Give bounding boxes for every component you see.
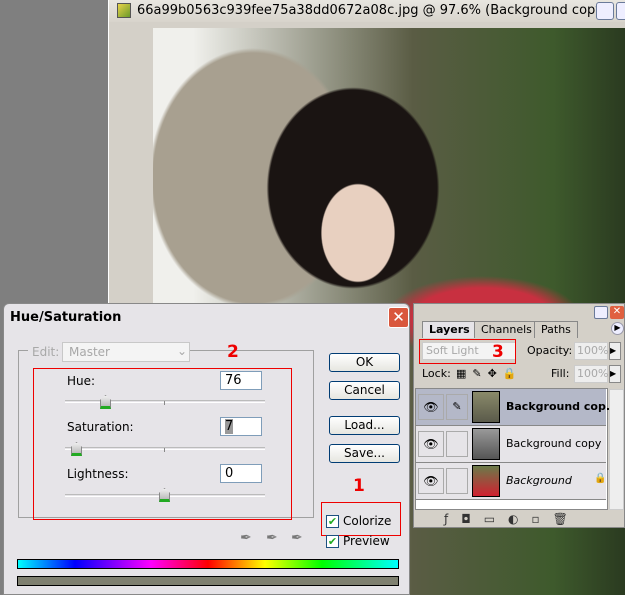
edit-label: Edit:	[28, 345, 64, 359]
cancel-button[interactable]: Cancel	[329, 381, 400, 400]
link-box[interactable]	[446, 431, 468, 457]
link-box[interactable]	[446, 468, 468, 494]
lock-label: Lock:	[422, 367, 451, 380]
colorize-checkbox[interactable]: ✔	[326, 515, 339, 528]
document-title: 66a99b0563c939fee75a38dd0672a08c.jpg @ 9…	[109, 0, 625, 22]
lock-icon: 🔒	[594, 473, 607, 484]
preview-label: Preview	[343, 534, 390, 548]
layer-name: Background cop...	[506, 400, 619, 413]
hue-input[interactable]: 76	[220, 371, 262, 390]
layer-thumbnail	[472, 465, 500, 497]
hue-spectrum-bar	[17, 559, 399, 569]
layer-name: Background	[506, 474, 572, 487]
slider-center-tick	[164, 401, 165, 405]
hue-saturation-dialog: Hue/Saturation ✕ Edit: Master ⌄ 2 Hue: 76…	[3, 303, 410, 595]
lightness-label: Lightness:	[67, 467, 129, 481]
fill-input[interactable]: 100%	[574, 365, 608, 383]
hue-slider-track[interactable]	[65, 400, 265, 403]
maximize-button[interactable]	[616, 2, 625, 20]
layer-thumbnail	[472, 428, 500, 460]
layer-row[interactable]: 👁 Background copy	[416, 426, 606, 463]
edit-select[interactable]: Master ⌄	[62, 342, 190, 362]
eyedropper-plus-icon[interactable]: ✒	[266, 530, 278, 546]
panel-menu-icon[interactable]: ▶	[611, 322, 624, 335]
preview-checkbox[interactable]: ✔	[326, 535, 339, 548]
lock-icons[interactable]: ▦✎✥🔒	[456, 367, 523, 380]
layer-thumbnail	[472, 391, 500, 423]
fill-label: Fill:	[551, 367, 570, 380]
opacity-input[interactable]: 100%	[574, 342, 608, 360]
layer-row[interactable]: 👁 ✎ Background cop...	[416, 389, 618, 426]
edit-value: Master	[69, 345, 110, 359]
colorize-label: Colorize	[343, 514, 392, 528]
layers-scrollbar[interactable]	[609, 389, 624, 510]
layer-bottom-toolbar[interactable]: ƒ◘▭◐▫🗑	[444, 512, 581, 526]
eyedropper-minus-icon[interactable]: ✒	[291, 530, 303, 546]
minimize-button[interactable]	[596, 2, 614, 20]
colorized-result-bar	[17, 576, 399, 586]
brush-icon[interactable]: ✎	[446, 394, 468, 420]
layers-panel: ✕ Layers Channels Paths ▶ Soft Light 3 O…	[413, 303, 625, 528]
saturation-value: 7	[225, 419, 234, 434]
save-button[interactable]: Save...	[329, 444, 400, 463]
tab-layers[interactable]: Layers	[422, 321, 477, 338]
hue-label: Hue:	[67, 374, 96, 388]
eye-icon[interactable]: 👁	[418, 394, 444, 420]
panel-minimize-button[interactable]	[594, 306, 608, 319]
opacity-arrow-button[interactable]: ▶	[609, 342, 621, 360]
tab-paths[interactable]: Paths	[534, 321, 578, 338]
annotation-1: 1	[353, 476, 365, 496]
tab-channels[interactable]: Channels	[474, 321, 539, 338]
annotation-3: 3	[492, 342, 504, 362]
lightness-input[interactable]: 0	[220, 464, 262, 483]
eye-icon[interactable]: 👁	[418, 431, 444, 457]
fill-arrow-button[interactable]: ▶	[609, 365, 621, 383]
ok-button[interactable]: OK	[329, 353, 400, 372]
saturation-label: Saturation:	[67, 420, 134, 434]
saturation-slider-track[interactable]	[65, 447, 265, 450]
load-button[interactable]: Load...	[329, 416, 400, 435]
chevron-down-icon: ⌄	[176, 344, 187, 358]
photoshop-file-icon	[117, 3, 131, 18]
saturation-input[interactable]: 7	[220, 417, 262, 436]
layer-name: Background copy	[506, 437, 602, 450]
eyedropper-icon[interactable]: ✒	[240, 530, 252, 546]
opacity-label: Opacity:	[527, 344, 573, 357]
slider-center-tick	[164, 448, 165, 452]
layer-row[interactable]: 👁 Background 🔒	[416, 463, 606, 500]
panel-close-button[interactable]: ✕	[610, 306, 624, 319]
close-button[interactable]: ✕	[388, 307, 409, 328]
annotation-2: 2	[227, 342, 239, 362]
eye-icon[interactable]: 👁	[418, 468, 444, 494]
dialog-title: Hue/Saturation	[10, 310, 122, 325]
